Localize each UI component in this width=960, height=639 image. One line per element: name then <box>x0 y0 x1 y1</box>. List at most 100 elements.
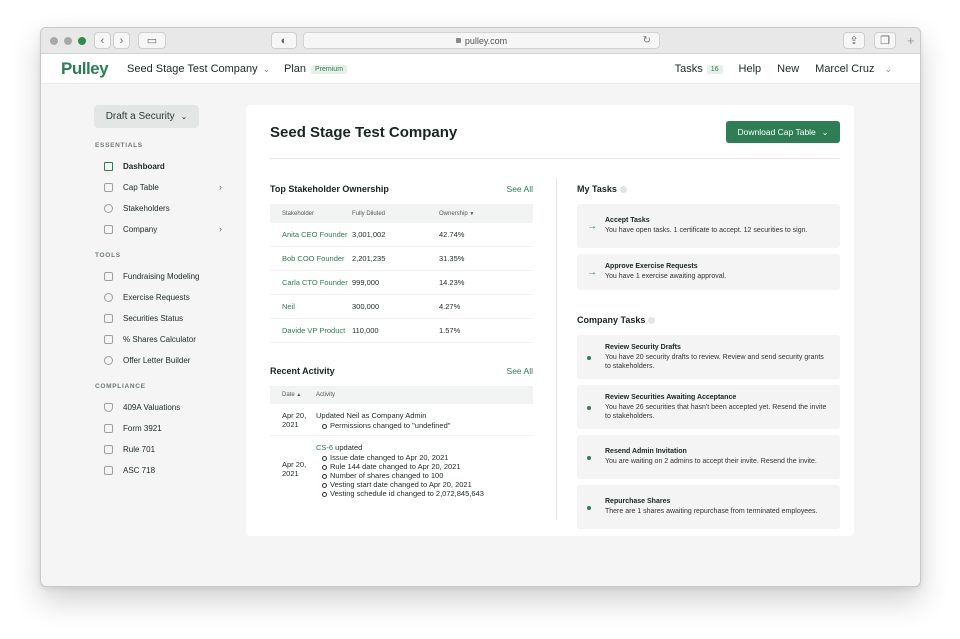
tabs-button[interactable]: ❐ <box>874 32 896 49</box>
activity-detail: CS-6 updated Issue date changed to Apr 2… <box>316 443 533 498</box>
column-header-date[interactable]: Date ▲ <box>270 392 316 398</box>
activity-change-item: Vesting start date changed to Apr 20, 20… <box>322 480 533 489</box>
activity-change-item: Permissions changed to "undefined" <box>322 421 533 430</box>
security-link[interactable]: CS-6 <box>316 443 333 452</box>
plan-link[interactable]: Plan Premium <box>284 63 348 75</box>
building-icon <box>104 225 113 234</box>
new-link[interactable]: New <box>777 63 799 75</box>
task-card[interactable]: Repurchase Shares There are 1 shares awa… <box>577 485 840 529</box>
table-row: Neil 300,000 4.27% <box>270 295 533 319</box>
table-row: Anita CEO Founder 3,001,002 42.74% <box>270 223 533 247</box>
ownership-cell: 14.23% <box>439 278 465 287</box>
column-header-fully-diluted[interactable]: Fully Diluted <box>352 211 439 217</box>
task-card[interactable]: Review Securities Awaiting Acceptance Yo… <box>577 385 840 429</box>
user-menu[interactable]: Marcel Cruz ⌄ <box>815 63 892 75</box>
stakeholder-link[interactable]: Davide VP Product <box>270 326 352 335</box>
ownership-header: Top Stakeholder Ownership See All <box>270 183 533 195</box>
sidebar-item-securities-status[interactable]: Securities Status <box>94 308 234 329</box>
help-icon[interactable] <box>648 317 656 324</box>
back-button[interactable]: ‹ <box>94 32 111 49</box>
users-icon <box>104 204 113 213</box>
sidebar-item-label: Offer Letter Builder <box>123 356 191 365</box>
sidebar-item-exercise-requests[interactable]: Exercise Requests <box>94 287 234 308</box>
stakeholder-link[interactable]: Anita CEO Founder <box>270 230 352 239</box>
sidebar-item-offer-letter-builder[interactable]: Offer Letter Builder <box>94 350 234 371</box>
activity-title-suffix: updated <box>333 443 363 452</box>
sidebar-item-dashboard[interactable]: Dashboard <box>94 156 234 177</box>
stakeholder-link[interactable]: Bob COO Founder <box>270 254 352 263</box>
forward-button[interactable]: › <box>113 32 130 49</box>
tabs-icon: ❐ <box>880 35 890 47</box>
task-card[interactable]: Resend Admin Invitation You are waiting … <box>577 435 840 479</box>
activity-change-item: Number of shares changed to 100 <box>322 471 533 480</box>
activity-changes: Issue date changed to Apr 20, 2021 Rule … <box>322 453 533 498</box>
table-row: Bob COO Founder 2,201,235 31.35% <box>270 247 533 271</box>
status-dot-icon <box>587 452 605 463</box>
help-link[interactable]: Help <box>739 63 762 75</box>
table-row: Davide VP Product 110,000 1.57% <box>270 319 533 343</box>
sidebar-item-company[interactable]: Company › <box>94 219 234 240</box>
task-card[interactable]: → Approve Exercise Requests You have 1 e… <box>577 254 840 290</box>
page-title: Seed Stage Test Company <box>270 124 458 141</box>
draft-security-button[interactable]: Draft a Security ⌄ <box>94 105 199 128</box>
share-button[interactable]: ⇪ <box>843 32 865 49</box>
sidebar-toggle-button[interactable]: ▭ <box>138 32 166 49</box>
stakeholder-link[interactable]: Neil <box>270 302 352 311</box>
pulley-logo[interactable]: Pulley <box>61 59 109 79</box>
task-body: Repurchase Shares There are 1 shares awa… <box>605 498 817 516</box>
fully-diluted-cell: 300,000 <box>352 302 380 311</box>
activity-change-item: Vesting schedule id changed to 2,072,845… <box>322 489 533 498</box>
minimize-window-button[interactable] <box>64 37 72 45</box>
arrow-right-icon: → <box>587 220 597 232</box>
task-body: Approve Exercise Requests You have 1 exe… <box>605 263 726 281</box>
activity-change-item: Issue date changed to Apr 20, 2021 <box>322 453 533 462</box>
task-description: You have 26 securities that hasn't been … <box>605 403 827 420</box>
sidebar-item-rule-701[interactable]: Rule 701 <box>94 439 234 460</box>
ownership-see-all-link[interactable]: See All <box>507 184 533 194</box>
sidebar-item-409a[interactable]: 409A Valuations <box>94 397 234 418</box>
sidebar-item-stakeholders[interactable]: Stakeholders <box>94 198 234 219</box>
ownership-table-header: Stakeholder Fully Diluted Ownership ▼ <box>270 204 533 223</box>
new-tab-icon[interactable]: + <box>907 33 915 48</box>
sort-asc-icon: ▲ <box>296 392 302 398</box>
task-card[interactable]: Review Security Drafts You have 20 secur… <box>577 335 840 379</box>
column-header-date-label: Date <box>282 392 295 398</box>
sidebar-item-label: Exercise Requests <box>123 293 190 302</box>
plan-label: Plan <box>284 63 307 75</box>
close-window-button[interactable] <box>50 37 58 45</box>
company-tasks-heading: Company Tasks <box>577 315 656 325</box>
sidebar-item-fundraising-modeling[interactable]: Fundraising Modeling <box>94 266 234 287</box>
address-bar[interactable]: pulley.com ↻ <box>303 32 660 49</box>
exercise-icon <box>104 293 113 302</box>
task-body: Resend Admin Invitation You are waiting … <box>605 448 817 466</box>
fully-diluted-cell: 999,000 <box>352 278 380 287</box>
privacy-button[interactable]: ◐ <box>271 32 297 49</box>
tasks-link[interactable]: Tasks 16 <box>675 63 723 75</box>
my-tasks-title: My Tasks <box>577 184 617 194</box>
zoom-window-button[interactable] <box>78 37 86 45</box>
chevron-right-icon: › <box>219 182 222 192</box>
sidebar-item-asc-718[interactable]: ASC 718 <box>94 460 234 481</box>
task-card[interactable]: → Accept Tasks You have open tasks. 1 ce… <box>577 204 840 248</box>
column-header-ownership[interactable]: Ownership ▼ <box>439 211 533 217</box>
company-selector[interactable]: Seed Stage Test Company ⌄ <box>127 63 270 75</box>
sidebar-item-form-3921[interactable]: Form 3921 <box>94 418 234 439</box>
fully-diluted-cell: 110,000 <box>352 326 379 335</box>
column-header-stakeholder[interactable]: Stakeholder <box>270 211 352 217</box>
reload-icon[interactable]: ↻ <box>643 35 651 46</box>
help-icon[interactable] <box>619 186 627 193</box>
stakeholder-link[interactable]: Carla CTO Founder <box>270 278 352 287</box>
sidebar-item-cap-table[interactable]: Cap Table › <box>94 177 234 198</box>
section-title-compliance: COMPLIANCE <box>95 383 146 390</box>
activity-see-all-link[interactable]: See All <box>507 366 533 376</box>
download-cap-table-button[interactable]: Download Cap Table ⌄ <box>726 121 840 143</box>
home-icon <box>104 162 113 171</box>
url-text: pulley.com <box>464 35 508 46</box>
company-tasks-header: Company Tasks <box>577 314 840 326</box>
sidebar-item-shares-calculator[interactable]: % Shares Calculator <box>94 329 234 350</box>
task-title: Review Security Drafts <box>605 343 681 351</box>
my-tasks-heading: My Tasks <box>577 184 627 194</box>
tasks-count-badge: 16 <box>706 65 723 74</box>
browser-window: ‹ › ▭ ◐ pulley.com ↻ ⇪ ❐ + Pulley Seed S… <box>40 27 921 587</box>
status-dot-icon <box>587 502 605 513</box>
